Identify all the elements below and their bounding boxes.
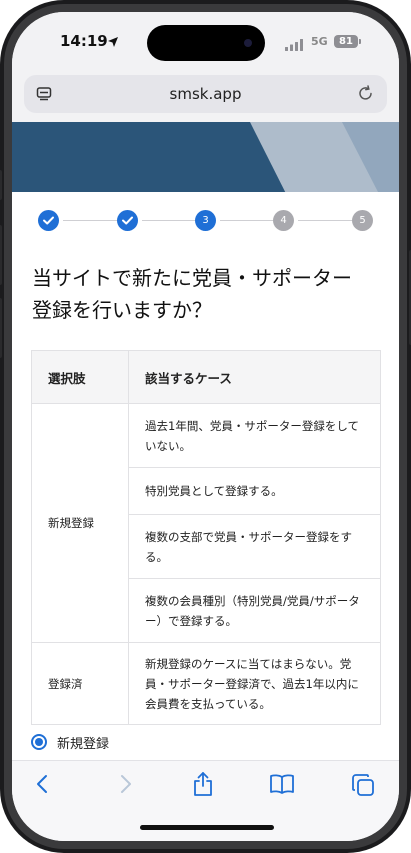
battery-icon: 81 (334, 35, 358, 48)
case-cell: 新規登録のケースに当てはまらない。党員・サポーター登録済で、過去1年以内に会員費… (128, 642, 381, 725)
url-text[interactable]: smsk.app (24, 85, 387, 103)
case-cell: 複数の支部で党員・サポーター登録をする。 (128, 514, 381, 579)
option-cell-new: 新規登録 (31, 403, 129, 643)
status-bar: 14:19 5G 81 (12, 12, 399, 70)
back-icon[interactable] (34, 773, 52, 799)
tabs-overview-icon[interactable] (351, 773, 375, 801)
reload-icon[interactable] (357, 85, 374, 106)
checkmark-icon (43, 216, 54, 225)
step-5: 5 (352, 210, 373, 231)
page-title-line-1: 当サイトで新たに党員・サポーター (32, 266, 352, 290)
location-arrow-icon (107, 33, 119, 52)
radio-label[interactable]: 新規登録 (57, 733, 109, 752)
step-connector (63, 220, 117, 221)
header-option: 選択肢 (31, 350, 129, 404)
volume-up-button (0, 225, 2, 285)
camera-icon (244, 39, 252, 47)
status-time: 14:19 (60, 32, 108, 50)
bookmarks-icon[interactable] (269, 773, 295, 799)
radio-option-new[interactable]: 新規登録 (31, 731, 109, 753)
progress-stepper: 3 4 5 (38, 210, 378, 232)
action-button (0, 170, 2, 200)
step-3-current: 3 (195, 210, 216, 231)
address-bar[interactable]: smsk.app (24, 75, 387, 113)
case-cell: 複数の会員種別（特別党員/党員/サポーター）で登録する。 (128, 578, 381, 643)
case-cell: 過去1年間、党員・サポーター登録をしていない。 (128, 403, 381, 468)
step-connector (298, 220, 352, 221)
case-cell: 特別党員として登録する。 (128, 467, 381, 515)
checkmark-icon (122, 216, 133, 225)
screen: 14:19 5G 81 smsk.app 3 4 5 当サイトで新たに党員・サポ… (12, 12, 399, 841)
step-connector (142, 220, 195, 221)
page-title: 当サイトで新たに党員・サポーター 登録を行いますか？ (32, 262, 382, 326)
battery-tip (359, 39, 361, 44)
table-header-row: 選択肢 該当するケース (31, 350, 381, 404)
share-icon[interactable] (192, 771, 214, 801)
volume-down-button (0, 298, 2, 358)
header-banner (12, 122, 399, 192)
network-type: 5G (311, 35, 328, 48)
option-cell-registered: 登録済 (31, 642, 129, 725)
step-4: 4 (273, 210, 294, 231)
step-1-complete (38, 210, 59, 231)
signal-icon (285, 36, 305, 55)
page-title-line-2: 登録を行いますか？ (32, 298, 212, 322)
step-2-complete (117, 210, 138, 231)
browser-toolbar (12, 760, 399, 841)
browser-address-area: smsk.app (12, 70, 399, 122)
step-connector (220, 220, 273, 221)
options-table: 選択肢 該当するケース 新規登録 過去1年間、党員・サポーター登録をしていない。… (31, 350, 381, 725)
table-row: 登録済 新規登録のケースに当てはまらない。党員・サポーター登録済で、過去1年以内… (31, 642, 381, 725)
table-row: 新規登録 過去1年間、党員・サポーター登録をしていない。 (31, 403, 381, 643)
radio-selected-dot (35, 738, 43, 746)
phone-frame: 14:19 5G 81 smsk.app 3 4 5 当サイトで新たに党員・サポ… (0, 0, 411, 853)
header-case: 該当するケース (128, 350, 381, 404)
home-indicator (140, 825, 274, 830)
forward-icon[interactable] (116, 773, 134, 799)
radio-button[interactable] (31, 734, 47, 750)
